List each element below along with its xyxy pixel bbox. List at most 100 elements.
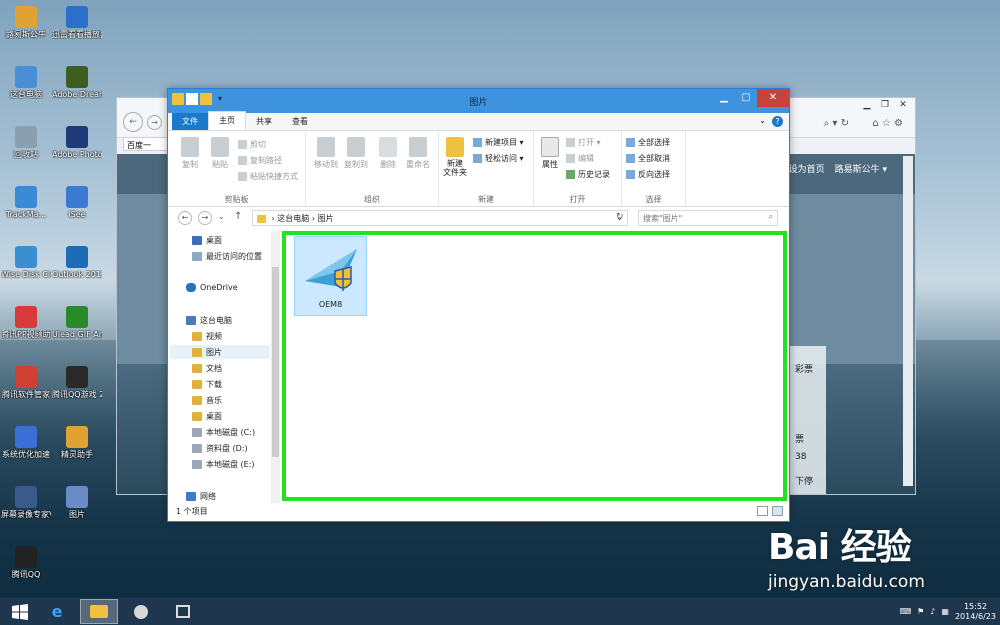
desktop-icon-item[interactable]: 屏幕录像专家V2014	[1, 486, 51, 519]
nav-item-disk-d[interactable]: 资料盘 (D:)	[192, 443, 248, 454]
nav-item-network[interactable]: 网络	[186, 491, 216, 502]
nav-item-videos[interactable]: 视频	[192, 331, 222, 342]
nav-item-desktop[interactable]: 桌面	[192, 235, 222, 246]
refresh-icon[interactable]: ↻	[616, 212, 624, 222]
paste-shortcut-button[interactable]: 粘贴快捷方式	[238, 171, 298, 182]
file-item-oem8[interactable]: OEM8	[294, 236, 367, 316]
desktop-icon-item[interactable]: 路易斯公牛	[1, 6, 51, 39]
forward-icon[interactable]: →	[198, 211, 212, 225]
easy-access-button[interactable]: 轻松访问 ▾	[473, 153, 524, 164]
new-folder-button[interactable]: 新建 文件夹	[441, 137, 469, 177]
cut-button[interactable]: 剪切	[238, 139, 266, 150]
tab-share[interactable]: 共享	[246, 113, 282, 130]
desktop-icon-item[interactable]: Adobe Photosh...	[52, 126, 102, 159]
copy-to-button[interactable]: 复制到	[342, 137, 370, 170]
move-to-button[interactable]: 移动到	[312, 137, 340, 170]
volume-icon[interactable]: ♪	[930, 607, 935, 616]
desktop-icon-item[interactable]: TrackMa...	[1, 186, 51, 219]
nav-item-recent[interactable]: 最近访问的位置	[192, 251, 262, 262]
minimize-icon[interactable]: ▁	[859, 100, 875, 112]
address-input[interactable]: › 这台电脑 › 图片 ⌄	[252, 210, 628, 226]
taskbar-recorder-button[interactable]	[164, 599, 202, 624]
invert-selection-button[interactable]: 反向选择	[626, 169, 670, 180]
close-icon[interactable]: ✕	[757, 89, 789, 107]
keyboard-icon[interactable]: ⌨	[900, 607, 912, 616]
nav-item-desktop-2[interactable]: 桌面	[192, 411, 222, 422]
nav-item-documents[interactable]: 文档	[192, 363, 222, 374]
desktop-icon-item[interactable]: Adobe Dreamwe...	[52, 66, 102, 99]
taskbar-ie-button[interactable]: e	[38, 599, 76, 624]
desktop-icon-item[interactable]: Ulead GIF Animator...	[52, 306, 102, 339]
select-none-button[interactable]: 全部取消	[626, 153, 670, 164]
group-label: 组织	[364, 195, 380, 204]
rename-button[interactable]: 重命名	[404, 137, 432, 170]
open-button[interactable]: 打开 ▾	[566, 137, 601, 148]
desktop-icon-item[interactable]: 腾讯QQ游戏 2014	[52, 366, 102, 399]
details-view-icon[interactable]	[757, 506, 768, 516]
nav-item-downloads[interactable]: 下载	[192, 379, 222, 390]
desktop-icon-item[interactable]: 精灵助手	[52, 426, 102, 459]
copy-button[interactable]: 复制	[176, 137, 204, 170]
desktop-icon-item[interactable]: Outlook 2013	[52, 246, 102, 279]
forward-icon[interactable]: →	[147, 115, 162, 130]
flag-icon[interactable]: ⚑	[917, 607, 924, 616]
nav-item-disk-c[interactable]: 本地磁盘 (C:)	[192, 427, 255, 438]
desktop-icon-item[interactable]: 迅雷看看播放器	[52, 6, 102, 39]
maximize-icon[interactable]: ▢	[735, 89, 757, 107]
restore-icon[interactable]: ❐	[877, 100, 893, 112]
taskbar-app-button[interactable]	[122, 599, 160, 624]
desktop-icon-item[interactable]: 回收站	[1, 126, 51, 159]
nav-item-pictures[interactable]: 图片	[192, 347, 222, 358]
nav-item-this-pc[interactable]: 这台电脑	[186, 315, 232, 326]
back-icon[interactable]: ←	[178, 211, 192, 225]
history-button[interactable]: 历史记录	[566, 169, 610, 180]
search-refresh-icons[interactable]: ⌕ ▾ ↻	[824, 118, 849, 129]
chevron-down-icon[interactable]: ⌄	[218, 212, 225, 221]
properties-button[interactable]: 属性	[536, 137, 564, 170]
view-buttons	[757, 506, 783, 516]
up-arrow-icon[interactable]: ↑	[234, 211, 242, 222]
desktop-icon-item[interactable]: 腾讯软件管家	[1, 366, 51, 399]
desktop-icon-item[interactable]: iSee	[52, 186, 102, 219]
desktop-icon-item[interactable]: 图片	[52, 486, 102, 519]
desktop-icon-item[interactable]: Wise Disk Cleaner	[1, 246, 51, 279]
nav-item-onedrive[interactable]: OneDrive	[186, 283, 238, 292]
search-input[interactable]: 搜索"图片" ⌕	[638, 210, 778, 226]
breadcrumb-this-pc[interactable]: 这台电脑	[277, 214, 309, 223]
ie-nav-home-link[interactable]: 设为首页	[789, 162, 825, 175]
network-icon[interactable]: ▦	[941, 607, 949, 616]
nav-item-disk-e[interactable]: 本地磁盘 (E:)	[192, 459, 255, 470]
select-all-button[interactable]: 全部选择	[626, 137, 670, 148]
scrollbar-thumb[interactable]	[272, 267, 279, 457]
large-icons-view-icon[interactable]	[772, 506, 783, 516]
clock[interactable]: 15:52 2014/6/23	[955, 602, 996, 622]
desktop-icon-item[interactable]: 这台电脑	[1, 66, 51, 99]
start-button[interactable]	[4, 599, 36, 624]
nav-item-music[interactable]: 音乐	[192, 395, 222, 406]
tab-home[interactable]: 主页	[208, 111, 246, 130]
edit-button[interactable]: 编辑	[566, 153, 594, 164]
desktop-icon-item[interactable]: 腾讯PP视频助手	[1, 306, 51, 339]
home-star-gear-icons[interactable]: ⌂ ☆ ⚙	[872, 118, 903, 129]
title-bar[interactable]: ▾ 图片 ▁ ▢ ✕	[168, 89, 789, 113]
new-item-button[interactable]: 新建项目 ▾	[473, 137, 524, 148]
desktop-icon-item[interactable]: 系统优化加速	[1, 426, 51, 459]
tab-file[interactable]: 文件	[172, 113, 208, 130]
minimize-icon[interactable]: ▁	[713, 89, 735, 107]
breadcrumb-pictures[interactable]: 图片	[318, 214, 334, 223]
desktop-icon-item[interactable]: 腾讯QQ	[1, 546, 51, 579]
rename-icon	[409, 137, 427, 157]
paste-button[interactable]: 粘贴	[206, 137, 234, 170]
help-icon[interactable]: ?	[772, 116, 783, 127]
delete-button[interactable]: 删除	[374, 137, 402, 170]
tab-view[interactable]: 查看	[282, 113, 318, 130]
nav-scrollbar[interactable]	[271, 231, 280, 503]
ie-scrollbar[interactable]	[903, 156, 913, 486]
close-icon[interactable]: ✕	[895, 100, 911, 112]
taskbar-explorer-button[interactable]	[80, 599, 118, 624]
chevron-down-icon[interactable]: ⌄	[759, 116, 766, 127]
windows-logo-icon	[12, 603, 28, 620]
ie-nav-user-link[interactable]: 路易斯公牛 ▾	[835, 162, 887, 175]
back-icon[interactable]: ←	[123, 112, 143, 132]
copy-path-button[interactable]: 复制路径	[238, 155, 282, 166]
